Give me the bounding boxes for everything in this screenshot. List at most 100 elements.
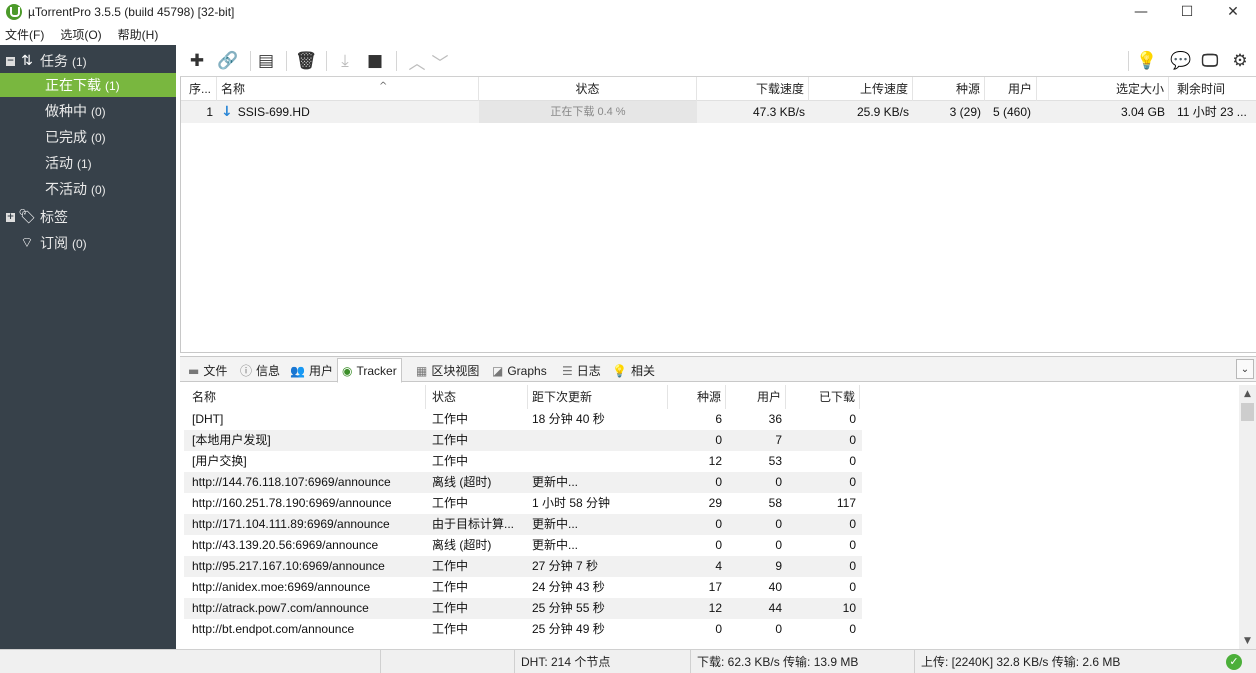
scroll-up-icon[interactable]: ▲ [1239, 385, 1256, 402]
menu-help[interactable]: 帮助(H) [113, 26, 164, 43]
remote-icon[interactable]: 🖵 [1197, 49, 1223, 73]
tracker-next-update [528, 430, 668, 451]
table-row[interactable]: http://160.251.78.190:6969/announce 工作中 1 … [184, 493, 862, 514]
tab-graphs[interactable]: ◪ Graphs [488, 359, 551, 382]
collapse-icon[interactable]: − [6, 57, 15, 66]
sidebar-item-inactive[interactable]: 不活动 (0) [0, 177, 176, 201]
tracker-downloaded: 0 [849, 538, 856, 552]
tracker-peers: 0 [775, 538, 782, 552]
torrent-up-speed: 25.9 KB/s [856, 105, 909, 119]
sidebar-item-label: 做种中 (0) [45, 101, 106, 121]
downloading-arrow-icon: ↓ [221, 104, 233, 120]
tk-col-next-update[interactable]: 距下次更新 [528, 385, 668, 409]
tracker-name: http://144.76.118.107:6969/announce [192, 475, 391, 489]
tracker-scrollbar[interactable]: ▲ ▼ [1239, 385, 1256, 649]
tab-pieces[interactable]: ▦ 区块视图 [412, 359, 483, 382]
table-row[interactable]: http://bt.endpot.com/announce 工作中 25 分钟 49… [184, 619, 862, 640]
add-link-icon[interactable]: 🔗 [215, 49, 241, 73]
tab-label: 日志 [576, 364, 601, 378]
tab-label: 文件 [203, 364, 228, 378]
tab-tracker[interactable]: ◉ Tracker [337, 358, 402, 383]
tracker-rows: [DHT] 工作中 18 分钟 40 秒 6 36 0 [本地用户发现] 工作中 0 7 0 [用户交… [184, 409, 862, 640]
connection-ok-icon[interactable]: ✓ [1226, 654, 1242, 670]
sidebar-item-seeding[interactable]: 做种中 (0) [0, 99, 176, 123]
col-seeds[interactable]: 种源 [913, 77, 985, 101]
tracker-peers: 40 [768, 580, 782, 594]
graphs-icon: ◪ [492, 363, 504, 378]
col-eta[interactable]: 剩余时间 [1173, 77, 1253, 101]
tracker-name: http://43.139.20.56:6969/announce [192, 538, 379, 552]
start-icon[interactable]: ⤓ [332, 49, 358, 73]
settings-icon[interactable]: ⚙ [1227, 49, 1253, 73]
torrent-name-cell: ↓ SSIS-699.HD [217, 101, 479, 123]
torrent-eta: 11 小时 23 ... [1177, 105, 1247, 119]
table-row[interactable]: http://atrack.pow7.com/announce 工作中 25 分钟 … [184, 598, 862, 619]
minimize-icon[interactable]: — [1118, 0, 1164, 24]
maximize-icon[interactable]: ☐ [1164, 0, 1210, 24]
col-size[interactable]: 选定大小 [1037, 77, 1169, 101]
create-torrent-icon[interactable]: ▤ [253, 49, 279, 73]
chat-icon[interactable]: 💬 [1168, 49, 1194, 73]
torrent-row[interactable]: 1 ↓ SSIS-699.HD 正在下载 0.4 % 47.3 KB/s 25.9… [181, 101, 1256, 123]
tracker-name: http://atrack.pow7.com/announce [192, 601, 369, 615]
stop-icon[interactable]: ■ [362, 49, 388, 73]
sidebar-item-completed[interactable]: 已完成 (0) [0, 125, 176, 149]
tracker-status: 工作中 [432, 496, 469, 510]
close-icon[interactable]: ✕ [1210, 0, 1256, 24]
tasks-label: 任务 [40, 53, 68, 69]
col-index[interactable]: 序... [185, 77, 217, 101]
table-row[interactable]: [用户交换] 工作中 12 53 0 [184, 451, 862, 472]
table-row[interactable]: http://171.104.111.89:6969/announce 由于目标计… [184, 514, 862, 535]
table-row[interactable]: [DHT] 工作中 18 分钟 40 秒 6 36 0 [184, 409, 862, 430]
scroll-down-icon[interactable]: ▼ [1239, 632, 1256, 649]
table-row[interactable]: http://144.76.118.107:6969/announce 离线 (超… [184, 472, 862, 493]
downloading-label: 正在下载 [45, 77, 101, 93]
col-down-speed[interactable]: 下载速度 [697, 77, 809, 101]
tabs-collapse-icon[interactable]: ⌄ [1236, 359, 1254, 379]
tab-peers[interactable]: 👥 用户 [286, 359, 337, 382]
tracker-peers: 0 [775, 475, 782, 489]
tab-info[interactable]: ⓘ 信息 [236, 359, 284, 382]
expand-icon[interactable]: + [6, 213, 15, 222]
table-row[interactable]: http://95.217.167.10:6969/announce 工作中 27 … [184, 556, 862, 577]
scroll-thumb[interactable] [1241, 403, 1254, 421]
table-row[interactable]: http://43.139.20.56:6969/announce 离线 (超时)… [184, 535, 862, 556]
tracker-status: 工作中 [432, 601, 469, 615]
col-name[interactable]: 名称 ^ [217, 77, 479, 101]
tab-log[interactable]: ☰ 日志 [558, 359, 605, 382]
tk-col-seeds[interactable]: 种源 [668, 385, 726, 409]
tab-related[interactable]: 💡 相关 [608, 359, 659, 382]
add-torrent-icon[interactable]: ✚ [184, 49, 210, 73]
files-icon: ▬ [188, 363, 200, 378]
menu-file[interactable]: 文件(F) [0, 26, 49, 43]
sidebar-item-downloading[interactable]: 正在下载 (1) [0, 73, 176, 97]
col-up-speed[interactable]: 上传速度 [809, 77, 913, 101]
menu-options[interactable]: 选项(O) [55, 26, 106, 43]
tab-label: 信息 [256, 364, 281, 378]
menu-bar: 文件(F) 选项(O) 帮助(H) [0, 24, 1256, 45]
sidebar-item-active[interactable]: 活动 (1) [0, 151, 176, 175]
tracker-seeds: 6 [715, 412, 722, 426]
sidebar-item-tasks[interactable]: − ⇅ 任务 (1) [0, 49, 176, 73]
tk-col-status[interactable]: 状态 [428, 385, 528, 409]
col-peers[interactable]: 用户 [985, 77, 1037, 101]
tab-files[interactable]: ▬ 文件 [184, 359, 231, 382]
bulb-icon[interactable]: 💡 [1134, 49, 1160, 73]
tk-col-peers[interactable]: 用户 [726, 385, 786, 409]
sidebar-item-feeds[interactable]: ⌔ 订阅 (0) [0, 231, 176, 255]
tracker-peers: 53 [768, 454, 782, 468]
tracker-next-update: 更新中... [532, 475, 579, 489]
log-icon: ☰ [562, 363, 573, 378]
table-row[interactable]: http://anidex.moe:6969/announce 工作中 24 分钟 … [184, 577, 862, 598]
move-down-icon[interactable]: ﹀ [427, 49, 453, 74]
table-row[interactable]: [本地用户发现] 工作中 0 7 0 [184, 430, 862, 451]
sidebar-item-labels[interactable]: + 🏷 标签 [0, 205, 176, 229]
toolbar: ✚ 🔗 ▤ 🗑 ⤓ ■ ︿ ﹀ 💡 💬 🖵 ⚙ [180, 45, 1256, 77]
sort-ascending-icon: ^ [379, 81, 388, 92]
tracker-peers: 44 [768, 601, 782, 615]
delete-icon[interactable]: 🗑 [293, 49, 319, 73]
col-status[interactable]: 状态 [479, 77, 697, 101]
tk-col-name[interactable]: 名称 [188, 385, 426, 409]
tracker-name: [本地用户发现] [192, 433, 271, 447]
tk-col-downloaded[interactable]: 已下载 [786, 385, 860, 409]
